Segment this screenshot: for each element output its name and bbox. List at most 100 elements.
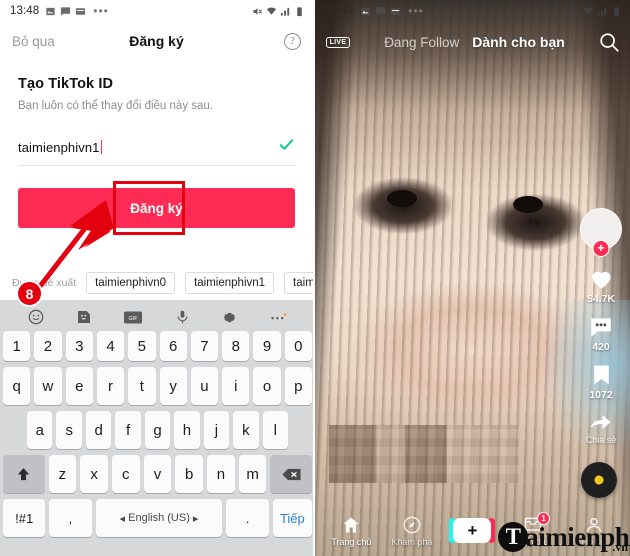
key-w[interactable]: w <box>34 367 62 405</box>
nav-inbox[interactable]: Hộp thư 1 <box>506 511 560 547</box>
like-button[interactable]: 54.7K <box>587 265 616 305</box>
tab-for-you[interactable]: Dành cho bạn <box>472 34 565 50</box>
key-q[interactable]: q <box>3 367 31 405</box>
key-s[interactable]: s <box>56 411 82 449</box>
key-c[interactable]: c <box>111 455 140 493</box>
nav-profile[interactable]: Hồ sơ <box>567 515 621 547</box>
key-8[interactable]: 8 <box>222 331 250 361</box>
next-key[interactable]: Tiếp <box>272 499 312 537</box>
key-1[interactable]: 1 <box>3 331 31 361</box>
key-n[interactable]: n <box>207 455 235 493</box>
music-disc-icon[interactable] <box>581 462 617 498</box>
step-number-badge: 8 <box>16 280 43 307</box>
key-t[interactable]: t <box>128 367 156 405</box>
key-5[interactable]: 5 <box>128 331 156 361</box>
suggestion-chip[interactable]: taimienphivn0 <box>86 272 176 294</box>
key-r[interactable]: r <box>96 367 125 405</box>
key-6[interactable]: 6 <box>159 331 187 361</box>
tiktok-id-input[interactable]: taimienphivn1 <box>18 136 295 166</box>
key-m[interactable]: m <box>238 455 267 493</box>
status-notification-icons: ••• <box>45 5 109 17</box>
search-button[interactable] <box>598 31 620 53</box>
nav-create[interactable]: + <box>445 518 499 543</box>
symbols-key[interactable]: !#1 <box>3 499 46 537</box>
comment-button[interactable]: 420 <box>587 314 615 353</box>
skip-button[interactable]: Bỏ qua <box>12 34 55 49</box>
mute-icon <box>253 7 262 15</box>
message-icon <box>376 6 386 16</box>
battery-icon <box>297 6 302 16</box>
backspace-icon[interactable] <box>270 455 313 493</box>
gif-icon[interactable]: GIF <box>124 311 143 324</box>
follow-plus-badge[interactable]: + <box>592 240 610 257</box>
key-k[interactable]: k <box>233 411 259 449</box>
author-avatar-button[interactable]: + <box>580 208 622 257</box>
sticker-icon[interactable] <box>76 309 92 325</box>
keyboard-row-qwerty: q w e r t y u i o p <box>0 367 313 405</box>
key-x[interactable]: x <box>80 455 108 493</box>
key-o[interactable]: o <box>253 367 281 405</box>
gear-icon[interactable] <box>222 310 237 325</box>
mic-icon[interactable] <box>175 309 190 325</box>
help-circle-icon: ? <box>284 32 301 50</box>
key-h[interactable]: h <box>174 411 200 449</box>
key-0[interactable]: 0 <box>284 331 312 361</box>
keyboard-row-asdf: a s d f g h j k l <box>0 411 313 449</box>
key-f[interactable]: f <box>115 411 141 449</box>
key-a[interactable]: a <box>27 411 53 449</box>
share-label: Chia sẻ <box>585 435 617 445</box>
nav-home-label: Trang chủ <box>331 536 372 547</box>
signup-submit-button[interactable]: Đăng ký <box>18 188 295 228</box>
key-j[interactable]: j <box>203 411 230 449</box>
key-z[interactable]: z <box>48 455 77 493</box>
suggestion-chip[interactable]: taimienp <box>284 272 313 294</box>
person-icon <box>586 517 601 532</box>
key-i[interactable]: i <box>222 367 250 405</box>
key-e[interactable]: e <box>65 367 93 405</box>
form-subtitle: Bạn luôn có thể thay đổi điều này sau. <box>18 100 214 112</box>
nav-inbox-label: Hộp thư <box>516 536 550 547</box>
key-7[interactable]: 7 <box>190 331 219 361</box>
spacebar-key[interactable]: ◂ English (US) ▸ <box>95 499 223 537</box>
share-button[interactable]: Chia sẻ <box>585 410 617 445</box>
shift-arrow-icon[interactable] <box>3 455 45 493</box>
help-button[interactable]: ? <box>284 32 301 50</box>
key-2[interactable]: 2 <box>34 331 62 361</box>
key-y[interactable]: y <box>159 367 187 405</box>
comma-key[interactable]: , <box>49 499 92 537</box>
key-g[interactable]: g <box>144 411 171 449</box>
image-icon <box>361 7 370 15</box>
emoji-icon[interactable] <box>28 309 44 325</box>
key-l[interactable]: l <box>262 411 288 449</box>
mute-icon <box>570 7 579 15</box>
nav-home[interactable]: Trang chủ <box>324 515 378 547</box>
android-keyboard: GIF 1 2 3 4 5 6 7 8 9 0 q w e r t y u i … <box>0 300 313 556</box>
key-9[interactable]: 9 <box>253 331 281 361</box>
period-key[interactable]: . <box>226 499 269 537</box>
wifi-icon <box>583 6 594 15</box>
tab-following[interactable]: Đang Follow <box>384 35 459 50</box>
status-notification-icons: ••• <box>360 5 424 17</box>
key-p[interactable]: p <box>284 367 312 405</box>
keyboard-row-bottom: !#1 , ◂ English (US) ▸ . Tiếp <box>0 499 313 537</box>
key-v[interactable]: v <box>143 455 172 493</box>
dual-phone-screenshot: 13:48 ••• Bỏ qua Đăng ký ? Tạo TikTok ID… <box>0 0 630 556</box>
suggestion-chip[interactable]: taimienphivn1 <box>185 272 275 294</box>
key-b[interactable]: b <box>175 455 204 493</box>
battery-icon <box>614 6 619 16</box>
status-time: 13:48 <box>10 5 40 17</box>
create-plus-button[interactable]: + <box>449 518 496 543</box>
key-u[interactable]: u <box>190 367 219 405</box>
share-arrow-icon <box>590 415 611 429</box>
live-button[interactable]: LIVE <box>325 31 351 53</box>
key-d[interactable]: d <box>85 411 112 449</box>
bookmark-button[interactable]: 1072 <box>589 362 614 401</box>
bookmark-icon <box>593 365 609 385</box>
nav-discover[interactable]: Khám phá <box>385 515 439 547</box>
overflow-dots-icon[interactable] <box>269 311 287 323</box>
video-eye-left <box>387 190 417 207</box>
key-4[interactable]: 4 <box>96 331 125 361</box>
bookmark-count: 1072 <box>589 389 613 401</box>
comment-count: 420 <box>592 341 610 353</box>
key-3[interactable]: 3 <box>65 331 93 361</box>
